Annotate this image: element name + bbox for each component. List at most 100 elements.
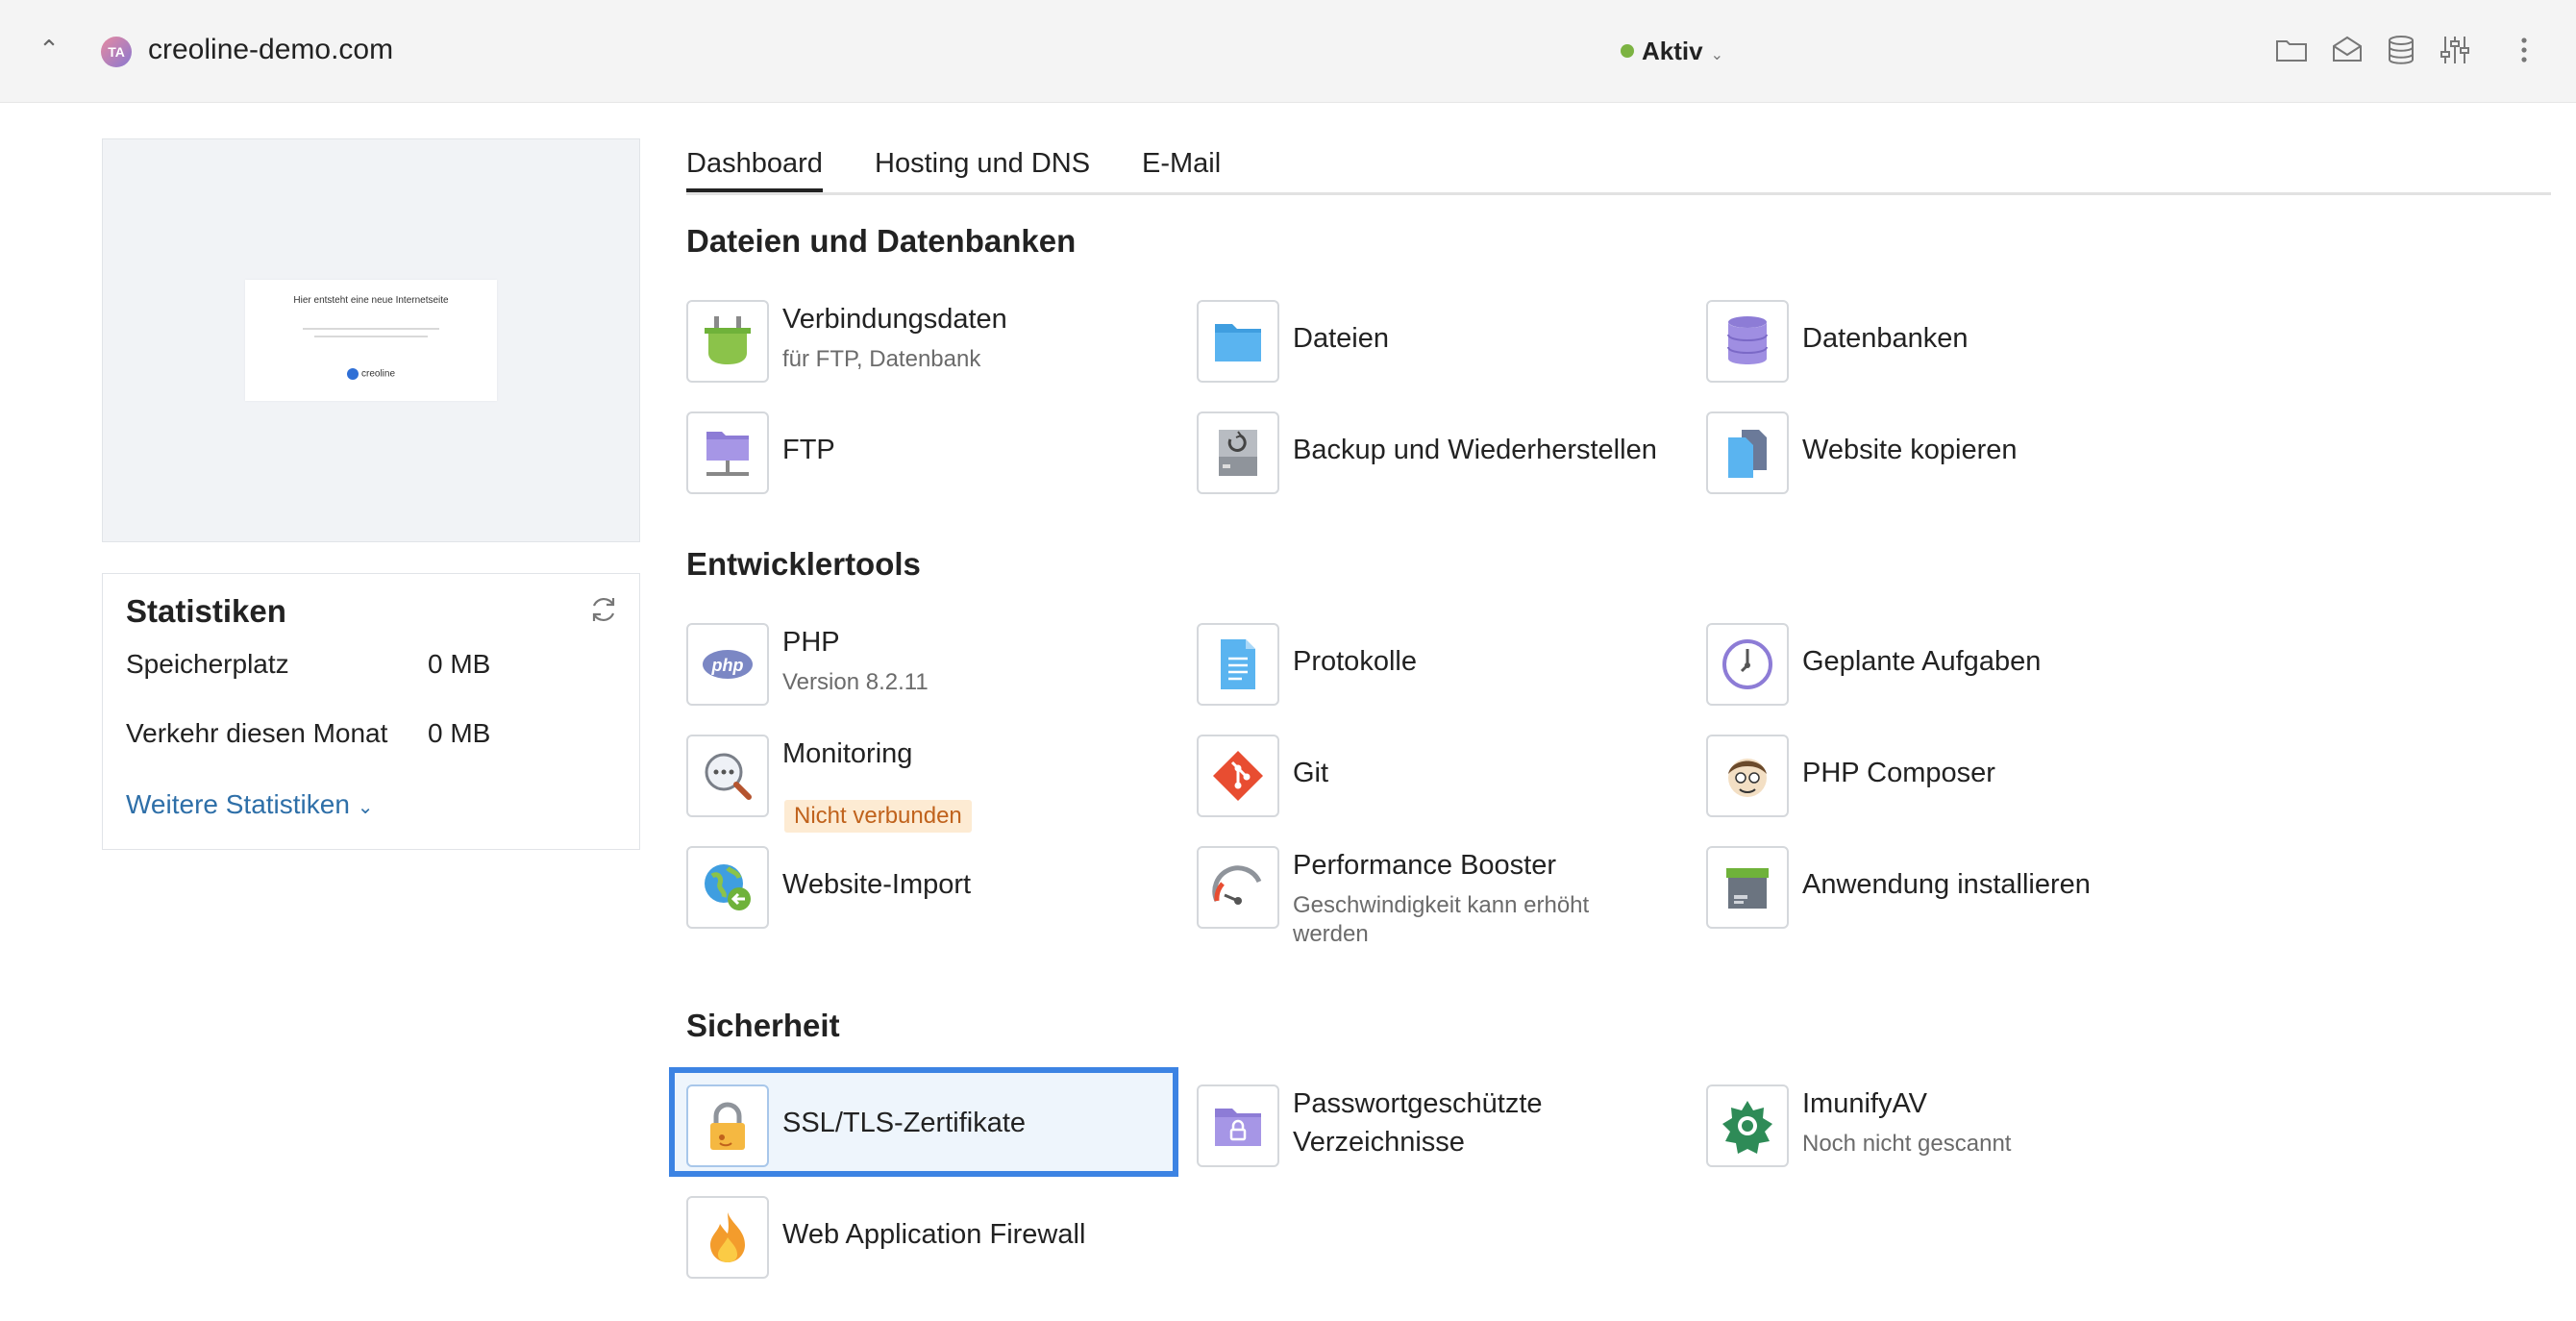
stats-title: Statistiken xyxy=(126,593,286,629)
database-icon[interactable] xyxy=(2384,33,2418,67)
stat-value-traffic: 0 MB xyxy=(428,718,491,748)
php-icon: php xyxy=(686,623,769,706)
tile-backup[interactable]: Backup und Wiederherstellen xyxy=(1197,411,1697,494)
clock-icon xyxy=(1706,623,1789,706)
creoline-logo-icon xyxy=(346,368,359,380)
tab-hosting-dns[interactable]: Hosting und DNS xyxy=(875,144,1090,183)
chevron-down-icon: ⌄ xyxy=(1710,47,1723,63)
tab-email[interactable]: E-Mail xyxy=(1142,144,1221,183)
tile-website-import[interactable]: Website-Import xyxy=(686,846,1148,929)
gauge-icon xyxy=(1197,846,1279,929)
refresh-icon[interactable] xyxy=(587,593,620,626)
tile-imunifyav[interactable]: ImunifyAV Noch nicht gescannt xyxy=(1706,1084,2167,1167)
tile-label: PHP Composer xyxy=(1802,758,1995,788)
tile-databases[interactable]: Datenbanken xyxy=(1706,300,2167,383)
stat-label-traffic: Verkehr diesen Monat xyxy=(126,718,388,748)
tile-label: Protokolle xyxy=(1293,646,1417,677)
tile-ssl-tls-certificates[interactable]: SSL/TLS-Zertifikate xyxy=(686,1084,1148,1167)
tile-connection-data[interactable]: Verbindungsdaten für FTP, Datenbank xyxy=(686,300,1148,383)
imunify-icon xyxy=(1706,1084,1789,1167)
stats-panel: Statistiken Speicherplatz 0 MB Verkehr d… xyxy=(102,573,640,850)
preview-logo: creoline xyxy=(245,368,497,380)
log-file-icon xyxy=(1197,623,1279,706)
ftp-folder-icon xyxy=(686,411,769,494)
more-stats-link[interactable]: Weitere Statistiken ⌄ xyxy=(126,789,373,820)
tile-label: Performance Booster xyxy=(1293,850,1557,881)
backup-icon xyxy=(1197,411,1279,494)
tile-label: Geplante Aufgaben xyxy=(1802,646,2042,677)
tile-php[interactable]: php PHP Version 8.2.11 xyxy=(686,623,1148,706)
tile-label: FTP xyxy=(782,435,835,465)
folder-icon[interactable] xyxy=(2274,33,2309,67)
tile-label: Passwortgeschützte xyxy=(1293,1088,1543,1119)
status-badge: Nicht verbunden xyxy=(784,800,972,833)
composer-icon xyxy=(1706,735,1789,817)
tile-sub: Geschwindigkeit kann erhöht xyxy=(1293,892,1590,918)
sliders-icon[interactable] xyxy=(2438,33,2472,67)
tile-label: Git xyxy=(1293,758,1329,788)
install-box-icon xyxy=(1706,846,1789,929)
tile-web-application-firewall[interactable]: Web Application Firewall xyxy=(686,1196,1148,1279)
header-bar: ⌃ TA creoline-demo.com Aktiv ⌄ xyxy=(0,0,2576,103)
lock-icon xyxy=(686,1084,769,1167)
tile-sub: Noch nicht gescannt xyxy=(1802,1131,2012,1157)
tile-label: SSL/TLS-Zertifikate xyxy=(782,1108,1027,1138)
preview-card: Hier entsteht eine neue Internetseite cr… xyxy=(245,280,497,401)
tile-install-application[interactable]: Anwendung installieren xyxy=(1706,846,2167,929)
collapse-chevron-icon[interactable]: ⌃ xyxy=(35,35,63,63)
tile-label: ImunifyAV xyxy=(1802,1088,1928,1119)
tile-label: Monitoring xyxy=(782,738,913,769)
copy-icon xyxy=(1706,411,1789,494)
tile-sub: Version 8.2.11 xyxy=(782,669,929,695)
tile-sub: für FTP, Datenbank xyxy=(782,346,981,372)
status-label: Aktiv xyxy=(1642,37,1703,65)
tile-label: Verzeichnisse xyxy=(1293,1127,1465,1158)
tile-label: Verbindungsdaten xyxy=(782,304,1007,335)
database-icon xyxy=(1706,300,1789,383)
stat-value-storage: 0 MB xyxy=(428,649,491,679)
tile-label: Backup und Wiederherstellen xyxy=(1293,435,1657,465)
flame-icon xyxy=(686,1196,769,1279)
locked-folder-icon xyxy=(1197,1084,1279,1167)
tab-dashboard[interactable]: Dashboard xyxy=(686,144,823,192)
stat-label-storage: Speicherplatz xyxy=(126,649,289,679)
more-vertical-icon[interactable] xyxy=(2507,33,2541,67)
tile-scheduled-tasks[interactable]: Geplante Aufgaben xyxy=(1706,623,2167,706)
tile-label: Datenbanken xyxy=(1802,323,1969,354)
tile-logs[interactable]: Protokolle xyxy=(1197,623,1658,706)
svg-text:php: php xyxy=(711,656,744,675)
chevron-down-icon: ⌄ xyxy=(357,797,374,818)
tile-label: Website kopieren xyxy=(1802,435,2018,465)
avatar: TA xyxy=(101,37,132,67)
preview-title: Hier entsteht eine neue Internetseite xyxy=(293,295,449,306)
tile-files[interactable]: Dateien xyxy=(1197,300,1658,383)
website-preview[interactable]: Hier entsteht eine neue Internetseite cr… xyxy=(102,138,640,542)
tile-php-composer[interactable]: PHP Composer xyxy=(1706,735,2167,817)
git-icon xyxy=(1197,735,1279,817)
tile-copy-website[interactable]: Website kopieren xyxy=(1706,411,2167,494)
mail-icon[interactable] xyxy=(2330,33,2365,67)
tile-password-protected-directories[interactable]: Passwortgeschützte Verzeichnisse xyxy=(1197,1084,1658,1167)
domain-title: creoline-demo.com xyxy=(148,34,394,65)
status-dropdown[interactable]: Aktiv ⌄ xyxy=(1621,33,1723,74)
tile-label: PHP xyxy=(782,627,840,658)
tile-git[interactable]: Git xyxy=(1197,735,1658,817)
preview-text-line xyxy=(314,336,428,337)
monitoring-icon xyxy=(686,735,769,817)
tile-monitoring[interactable]: Monitoring Nicht verbunden xyxy=(686,735,1148,833)
status-dot-icon xyxy=(1621,44,1634,59)
section-title-security: Sicherheit xyxy=(686,1008,840,1043)
folder-icon xyxy=(1197,300,1279,383)
section-title-files: Dateien und Datenbanken xyxy=(686,223,1077,259)
plug-icon xyxy=(686,300,769,383)
tab-bar: Dashboard Hosting und DNS E-Mail xyxy=(686,144,2551,195)
tile-performance-booster[interactable]: Performance Booster Geschwindigkeit kann… xyxy=(1197,846,1697,952)
section-title-dev: Entwicklertools xyxy=(686,546,921,582)
tile-label: Website-Import xyxy=(782,869,972,900)
tile-ftp[interactable]: FTP xyxy=(686,411,1148,494)
preview-text-line xyxy=(303,328,439,330)
tile-label: Dateien xyxy=(1293,323,1389,354)
tile-sub: werden xyxy=(1293,921,1369,947)
tile-label: Anwendung installieren xyxy=(1802,869,2091,900)
globe-import-icon xyxy=(686,846,769,929)
